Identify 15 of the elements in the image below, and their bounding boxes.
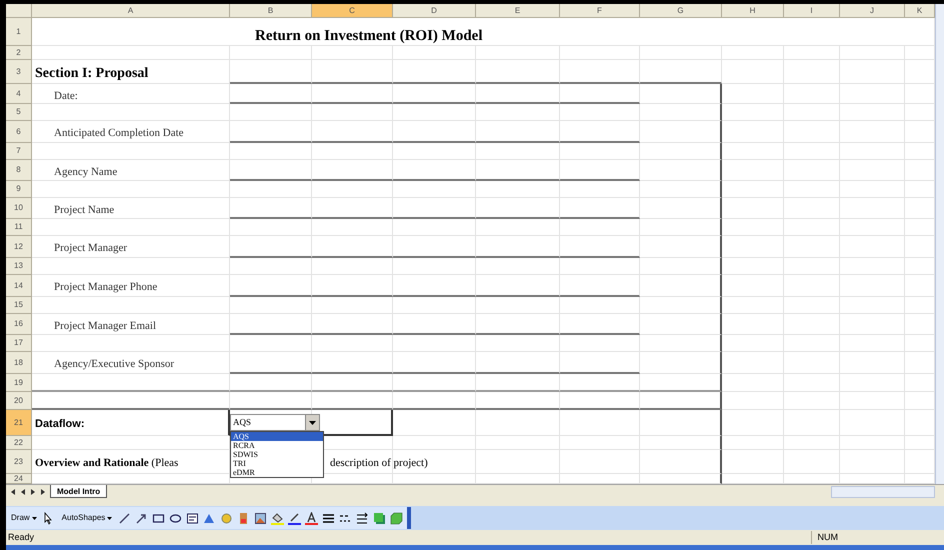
overview-note: description of project): [330, 456, 428, 471]
sheet-title: Return on Investment (ROI) Model: [255, 27, 482, 46]
field-label: Anticipated Completion Date: [54, 126, 184, 141]
num-lock-indicator: NUM: [810, 530, 844, 544]
field-label: Agency Name: [54, 165, 118, 180]
field-label: Date:: [54, 89, 78, 104]
field-label: Dataflow:: [35, 417, 84, 432]
field-label: Project Manager Phone: [54, 280, 158, 295]
field-label: Project Manager Email: [54, 319, 156, 334]
overview-label: Overview and Rationale (Pleas: [35, 456, 178, 471]
section-heading: Section I: Proposal: [35, 65, 148, 83]
field-label: Project Name: [54, 203, 114, 218]
field-label: Project Manager: [54, 241, 127, 256]
field-label: Agency/Executive Sponsor: [54, 357, 174, 372]
status-text: Ready: [7, 530, 34, 544]
